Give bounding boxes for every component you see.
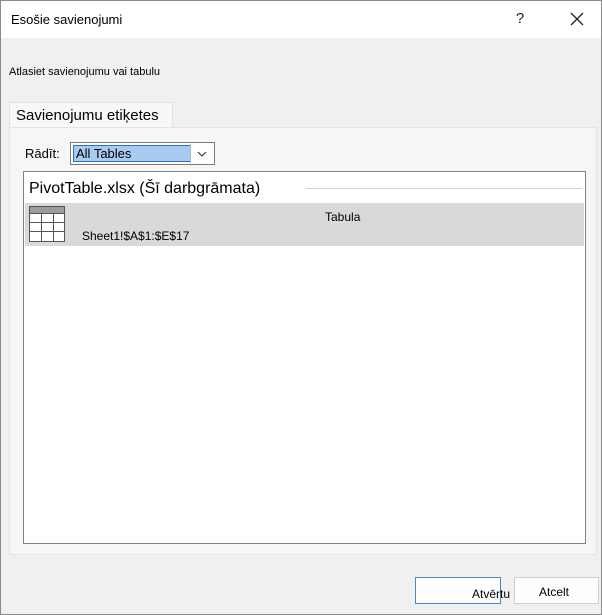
dialog-title: Esošie savienojumi: [11, 12, 123, 27]
open-button[interactable]: Atvērtu: [415, 577, 510, 604]
connections-list[interactable]: PivotTable.xlsx (Šī darbgrāmata) Tabula …: [23, 171, 586, 544]
show-filter-label: Rādīt:: [25, 146, 60, 161]
show-filter-dropdown[interactable]: All Tables: [70, 142, 215, 165]
close-icon: [570, 12, 584, 26]
cancel-button[interactable]: Atcelt: [514, 577, 599, 604]
table-icon: [29, 206, 65, 242]
workbook-group-header: PivotTable.xlsx (Šī darbgrāmata): [29, 180, 261, 197]
show-filter-value: All Tables: [73, 145, 191, 162]
list-item[interactable]: Tabula Sheet1!$A$1:$E$17: [25, 203, 584, 246]
title-bar: Esošie savienojumi ?: [1, 1, 601, 38]
connection-type: Tabula: [325, 210, 361, 224]
close-button[interactable]: [563, 6, 591, 32]
group-divider: [306, 188, 582, 189]
connection-name: Sheet1!$A$1:$E$17: [82, 229, 190, 243]
dropdown-arrow-button[interactable]: [190, 144, 213, 163]
instruction-text: Atlasiet savienojumu vai tabulu: [9, 66, 161, 78]
help-icon: ?: [515, 10, 525, 27]
open-button-label: Atvērtu: [472, 587, 511, 601]
help-button[interactable]: ?: [507, 6, 533, 32]
cancel-button-label: Atcelt: [539, 585, 570, 599]
existing-connections-dialog: Esošie savienojumi ? Atlasiet savienojum…: [0, 0, 602, 615]
chevron-down-icon: [197, 151, 207, 157]
tab-label: Savienojumu etiķetes: [16, 107, 159, 124]
tab-connection-labels[interactable]: Savienojumu etiķetes: [9, 102, 173, 128]
